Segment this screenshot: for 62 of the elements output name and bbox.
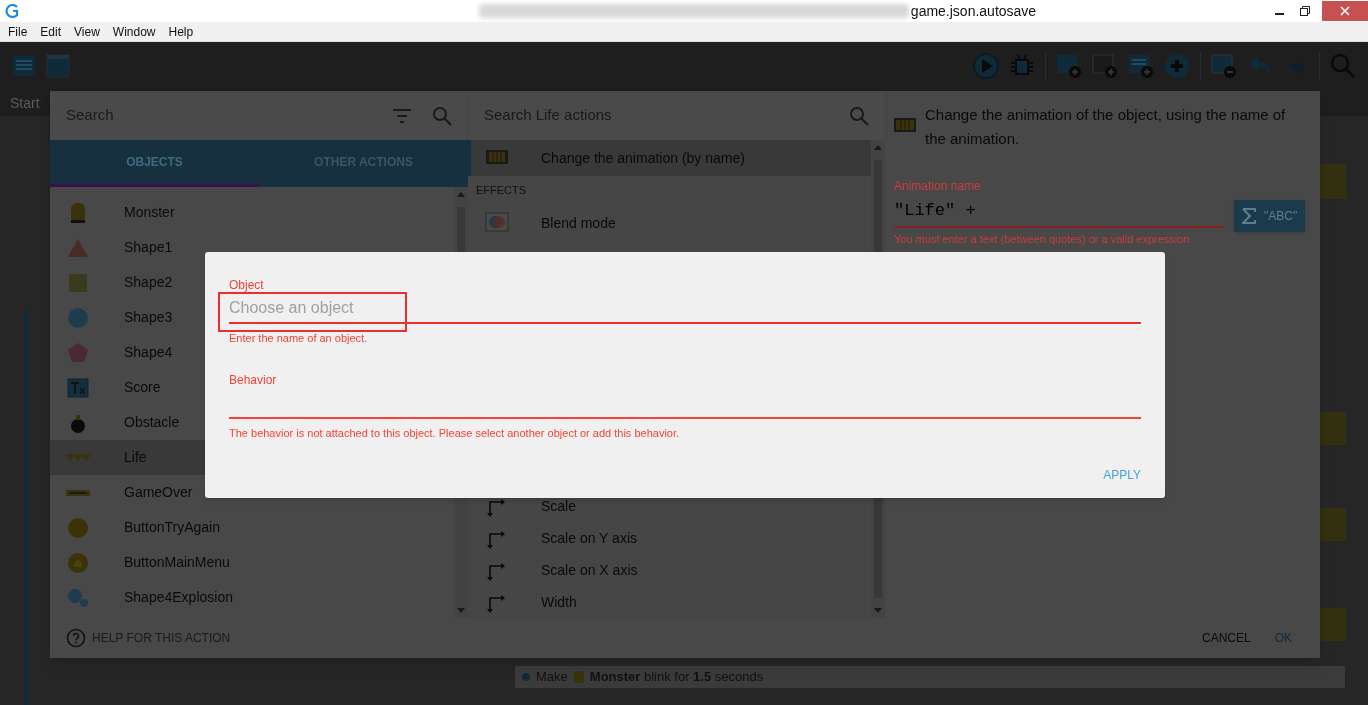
error-message: The behavior is not attached to this object. Please select another object or add this behavior. [229,425,681,441]
toolbar-button[interactable] [971,51,1001,81]
pentagon-icon [66,340,90,365]
search-icon [849,105,869,126]
minimize-icon [1274,13,1284,15]
scroll-down-icon [874,608,882,614]
hearts-icon [66,454,90,461]
window-title: game.json.autosave [910,1,1037,21]
menu-item[interactable]: View [74,22,100,41]
app-logo-icon [5,4,19,18]
object-field[interactable]: Choose an object [229,294,1141,324]
help-icon [66,628,86,648]
error-message: You must enter a text (between quotes) or a valid expression [894,232,1191,246]
menu-item[interactable]: Edit [40,22,62,41]
restore-icon [1300,6,1310,16]
circle-icon [66,515,90,540]
add-subevent-icon [1091,52,1119,80]
search-icon [432,105,452,126]
field-label: Object [229,277,265,294]
circle-icon [66,305,90,330]
sigma-icon [1242,207,1256,224]
menu-item[interactable]: Help [168,22,194,41]
text-object-icon [66,375,90,400]
monster-icon [572,670,585,684]
event-header [1320,412,1346,445]
field-label: Behavior [229,371,278,389]
document-list-icon [11,53,37,79]
toolbar-button[interactable] [1209,51,1239,81]
event-header [1320,164,1346,199]
menu-item[interactable]: Window [112,22,156,41]
toolbar-button[interactable] [44,52,72,80]
menu-item[interactable]: File [8,22,28,41]
dialog-button[interactable]: CANCEL [1189,629,1263,647]
dialog-button[interactable]: OK [1262,629,1304,647]
event-header [1320,608,1346,641]
expression-mode-button[interactable]: "ABC" [1234,199,1306,232]
add-event-icon [1055,52,1083,80]
add-comment-icon [1127,52,1155,80]
apply-button[interactable]: APPLY [1103,466,1141,484]
field-label: Animation name [894,178,982,195]
window-icon [45,53,71,79]
remove-event-icon [1210,52,1238,80]
scroll-down-icon [457,608,465,614]
film-strip-icon [894,118,916,132]
scroll-up-icon [874,144,882,150]
play-icon [972,52,1000,80]
event-header [1320,508,1346,541]
color-swatch-icon [485,211,509,235]
bullet-icon [521,672,531,682]
home-button-icon [66,550,90,575]
add-circle-icon [1163,52,1191,80]
close-icon [1340,6,1350,16]
error-message: Enter the name of an object. [229,331,369,346]
expression-field[interactable]: "Life" + [894,198,1224,228]
filter-icon [392,107,412,124]
scroll-up-icon [457,191,465,197]
banner-icon [66,489,90,496]
toolbar-button[interactable] [1162,51,1192,81]
scene-tab[interactable]: Start [10,93,40,116]
action-description: Change the animation of the object, using the name of the animation. [925,105,1287,149]
tab[interactable]: OBJECTS [50,140,259,187]
toolbar-button[interactable] [1090,51,1120,81]
